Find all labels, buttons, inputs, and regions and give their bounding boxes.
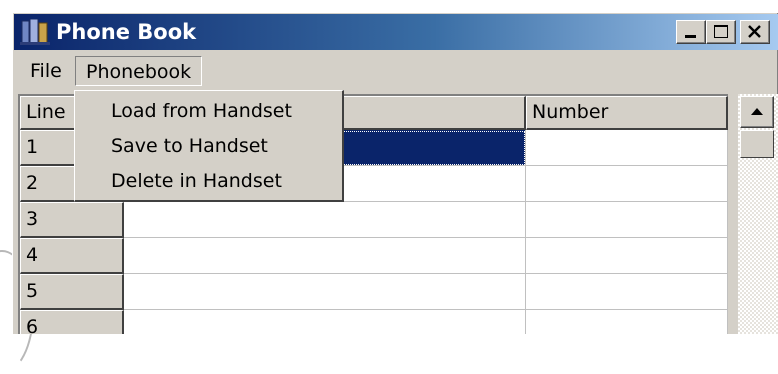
row-header[interactable]: 6	[20, 310, 124, 334]
table-row: 5	[20, 274, 728, 310]
number-cell[interactable]	[526, 238, 728, 274]
minimize-icon	[685, 35, 696, 38]
phone-book-app-icon	[20, 18, 50, 45]
phonebook-menu-dropdown: Load from Handset Save to Handset Delete…	[74, 90, 344, 202]
window-title: Phone Book	[56, 20, 197, 44]
menu-item-save-to-handset[interactable]: Save to Handset	[111, 129, 268, 163]
phone-book-window: Phone Book File Phonebook Line Number 1	[12, 12, 778, 334]
menu-bar: File Phonebook	[14, 52, 778, 88]
menu-item-load-from-handset[interactable]: Load from Handset	[111, 94, 292, 128]
name-cell[interactable]	[124, 310, 526, 334]
number-cell[interactable]	[526, 310, 728, 334]
number-cell[interactable]	[526, 166, 728, 202]
name-cell[interactable]	[124, 238, 526, 274]
row-header[interactable]: 5	[20, 274, 124, 310]
name-cell[interactable]	[124, 274, 526, 310]
title-bar[interactable]: Phone Book	[14, 14, 778, 50]
scroll-up-button[interactable]	[740, 96, 774, 128]
row-header[interactable]: 4	[20, 238, 124, 274]
scrollbar-thumb[interactable]	[740, 130, 774, 158]
table-row: 4	[20, 238, 728, 274]
vertical-scrollbar[interactable]	[738, 94, 778, 334]
column-header-number[interactable]: Number	[526, 96, 728, 130]
close-button[interactable]	[740, 20, 770, 44]
maximize-icon	[714, 25, 728, 38]
close-icon	[748, 25, 761, 38]
name-cell[interactable]	[124, 202, 526, 238]
menu-item-delete-in-handset[interactable]: Delete in Handset	[111, 164, 282, 198]
number-cell[interactable]	[526, 130, 728, 166]
scroll-up-arrow-icon	[751, 108, 763, 115]
table-row: 3	[20, 202, 728, 238]
menu-file[interactable]: File	[20, 56, 72, 86]
menu-phonebook[interactable]: Phonebook	[75, 56, 203, 86]
number-cell[interactable]	[526, 202, 728, 238]
maximize-button[interactable]	[706, 20, 736, 44]
number-cell[interactable]	[526, 274, 728, 310]
minimize-button[interactable]	[676, 20, 706, 44]
table-row: 6	[20, 310, 728, 334]
row-header[interactable]: 3	[20, 202, 124, 238]
